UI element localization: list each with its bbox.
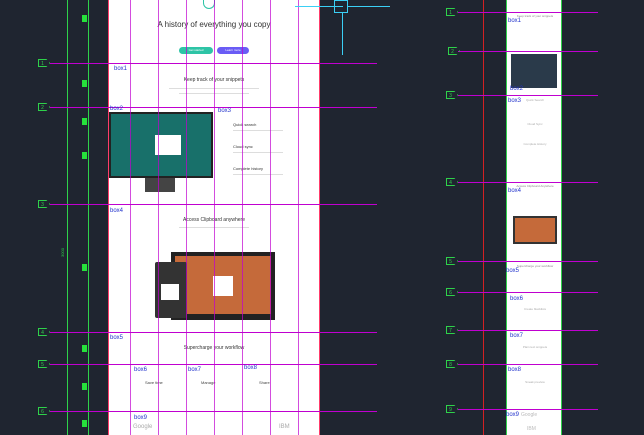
grid-line bbox=[214, 0, 215, 435]
section-line bbox=[50, 63, 377, 64]
side-item: Create blacklists bbox=[523, 307, 546, 311]
box-label: box3 bbox=[508, 98, 522, 104]
box-label: box7 bbox=[510, 333, 524, 339]
section-marker: 1 bbox=[446, 8, 458, 16]
spacing-mark bbox=[82, 118, 87, 125]
hero-secondary-button[interactable]: Learn more bbox=[217, 47, 249, 54]
connector-box bbox=[334, 0, 348, 13]
box-label: box8 bbox=[508, 367, 522, 373]
hero-primary-button[interactable]: Get started bbox=[179, 47, 213, 54]
side-devices bbox=[513, 216, 557, 244]
section-line bbox=[458, 182, 598, 183]
section-line bbox=[50, 204, 377, 205]
box-label: box4 bbox=[508, 188, 522, 194]
ruler-label: 3000 bbox=[59, 248, 65, 257]
section-line bbox=[458, 261, 598, 262]
section-line bbox=[458, 364, 598, 365]
side-monitor bbox=[511, 54, 557, 88]
section-line bbox=[50, 411, 377, 412]
monitor-stand bbox=[145, 178, 175, 192]
box-label: box2 bbox=[110, 106, 124, 112]
text-line bbox=[233, 152, 283, 153]
guide-line bbox=[67, 0, 68, 435]
section-line bbox=[458, 12, 598, 13]
spacing-mark bbox=[82, 345, 87, 352]
side-item: Complete History bbox=[523, 142, 547, 146]
guide-line bbox=[88, 0, 89, 435]
box-label: box9 bbox=[506, 412, 520, 418]
grid-line bbox=[186, 0, 187, 435]
box-label: box9 bbox=[134, 415, 148, 421]
side-item: Cloud Sync bbox=[527, 122, 543, 126]
partner-logo: Google bbox=[133, 424, 153, 430]
box-label: box2 bbox=[510, 86, 524, 92]
side-item: Sneak preview bbox=[525, 380, 545, 384]
app-card bbox=[161, 284, 179, 300]
box-label: box5 bbox=[110, 335, 124, 341]
side-item: Plain text snippets bbox=[522, 345, 548, 349]
box-label: box1 bbox=[508, 18, 522, 24]
section-marker: 5 bbox=[38, 360, 50, 368]
box-label: box4 bbox=[110, 208, 124, 214]
section-marker: 2 bbox=[448, 47, 460, 55]
feature-title: Complete history bbox=[233, 166, 264, 171]
grid-line bbox=[130, 0, 131, 435]
section-line bbox=[458, 409, 598, 410]
section-line bbox=[458, 51, 598, 52]
grid-line bbox=[242, 0, 243, 435]
section-marker: 2 bbox=[38, 103, 50, 111]
section-marker: 8 bbox=[446, 360, 458, 368]
feature-title: Quick search bbox=[233, 122, 257, 127]
section-marker: 5 bbox=[446, 257, 458, 265]
section-marker: 4 bbox=[38, 328, 50, 336]
spacing-mark bbox=[82, 152, 87, 159]
section-marker: 6 bbox=[38, 407, 50, 415]
section-marker: 3 bbox=[38, 200, 50, 208]
spacing-mark bbox=[82, 264, 87, 271]
grid-line bbox=[270, 0, 271, 435]
side-logo: Google bbox=[521, 412, 538, 418]
section-line bbox=[458, 292, 598, 293]
side-logo: IBM bbox=[527, 426, 536, 432]
partner-logo: IBM bbox=[279, 424, 290, 430]
grid-line bbox=[298, 0, 299, 435]
section-line bbox=[458, 330, 598, 331]
section-marker: 7 bbox=[446, 326, 458, 334]
box-label: box3 bbox=[218, 108, 232, 114]
app-card bbox=[213, 276, 233, 296]
section-line bbox=[50, 364, 377, 365]
feature-label: Share bbox=[259, 380, 270, 385]
section-line bbox=[50, 107, 377, 108]
box-label: box7 bbox=[188, 367, 202, 373]
connector-line bbox=[348, 6, 390, 7]
section-line bbox=[458, 95, 598, 96]
spacing-mark bbox=[82, 80, 87, 87]
box-label: box5 bbox=[506, 268, 520, 274]
grid-line bbox=[158, 0, 159, 435]
section-marker: 4 bbox=[446, 178, 458, 186]
section-marker: 6 bbox=[446, 288, 458, 296]
box-label: box6 bbox=[510, 296, 524, 302]
box-label: box1 bbox=[114, 66, 128, 72]
feature-label: Save time bbox=[145, 380, 163, 385]
text-line bbox=[233, 174, 283, 175]
connector-line bbox=[342, 13, 343, 55]
box-label: box8 bbox=[244, 365, 258, 371]
spacing-mark bbox=[82, 420, 87, 427]
spacing-mark bbox=[82, 15, 87, 22]
section-marker: 9 bbox=[446, 405, 458, 413]
section-line bbox=[50, 332, 377, 333]
section-marker: 3 bbox=[446, 91, 458, 99]
section-marker: 1 bbox=[38, 59, 50, 67]
ruler-line bbox=[483, 0, 484, 435]
spacing-mark bbox=[82, 383, 87, 390]
text-line bbox=[233, 130, 283, 131]
box-label: box6 bbox=[134, 367, 148, 373]
